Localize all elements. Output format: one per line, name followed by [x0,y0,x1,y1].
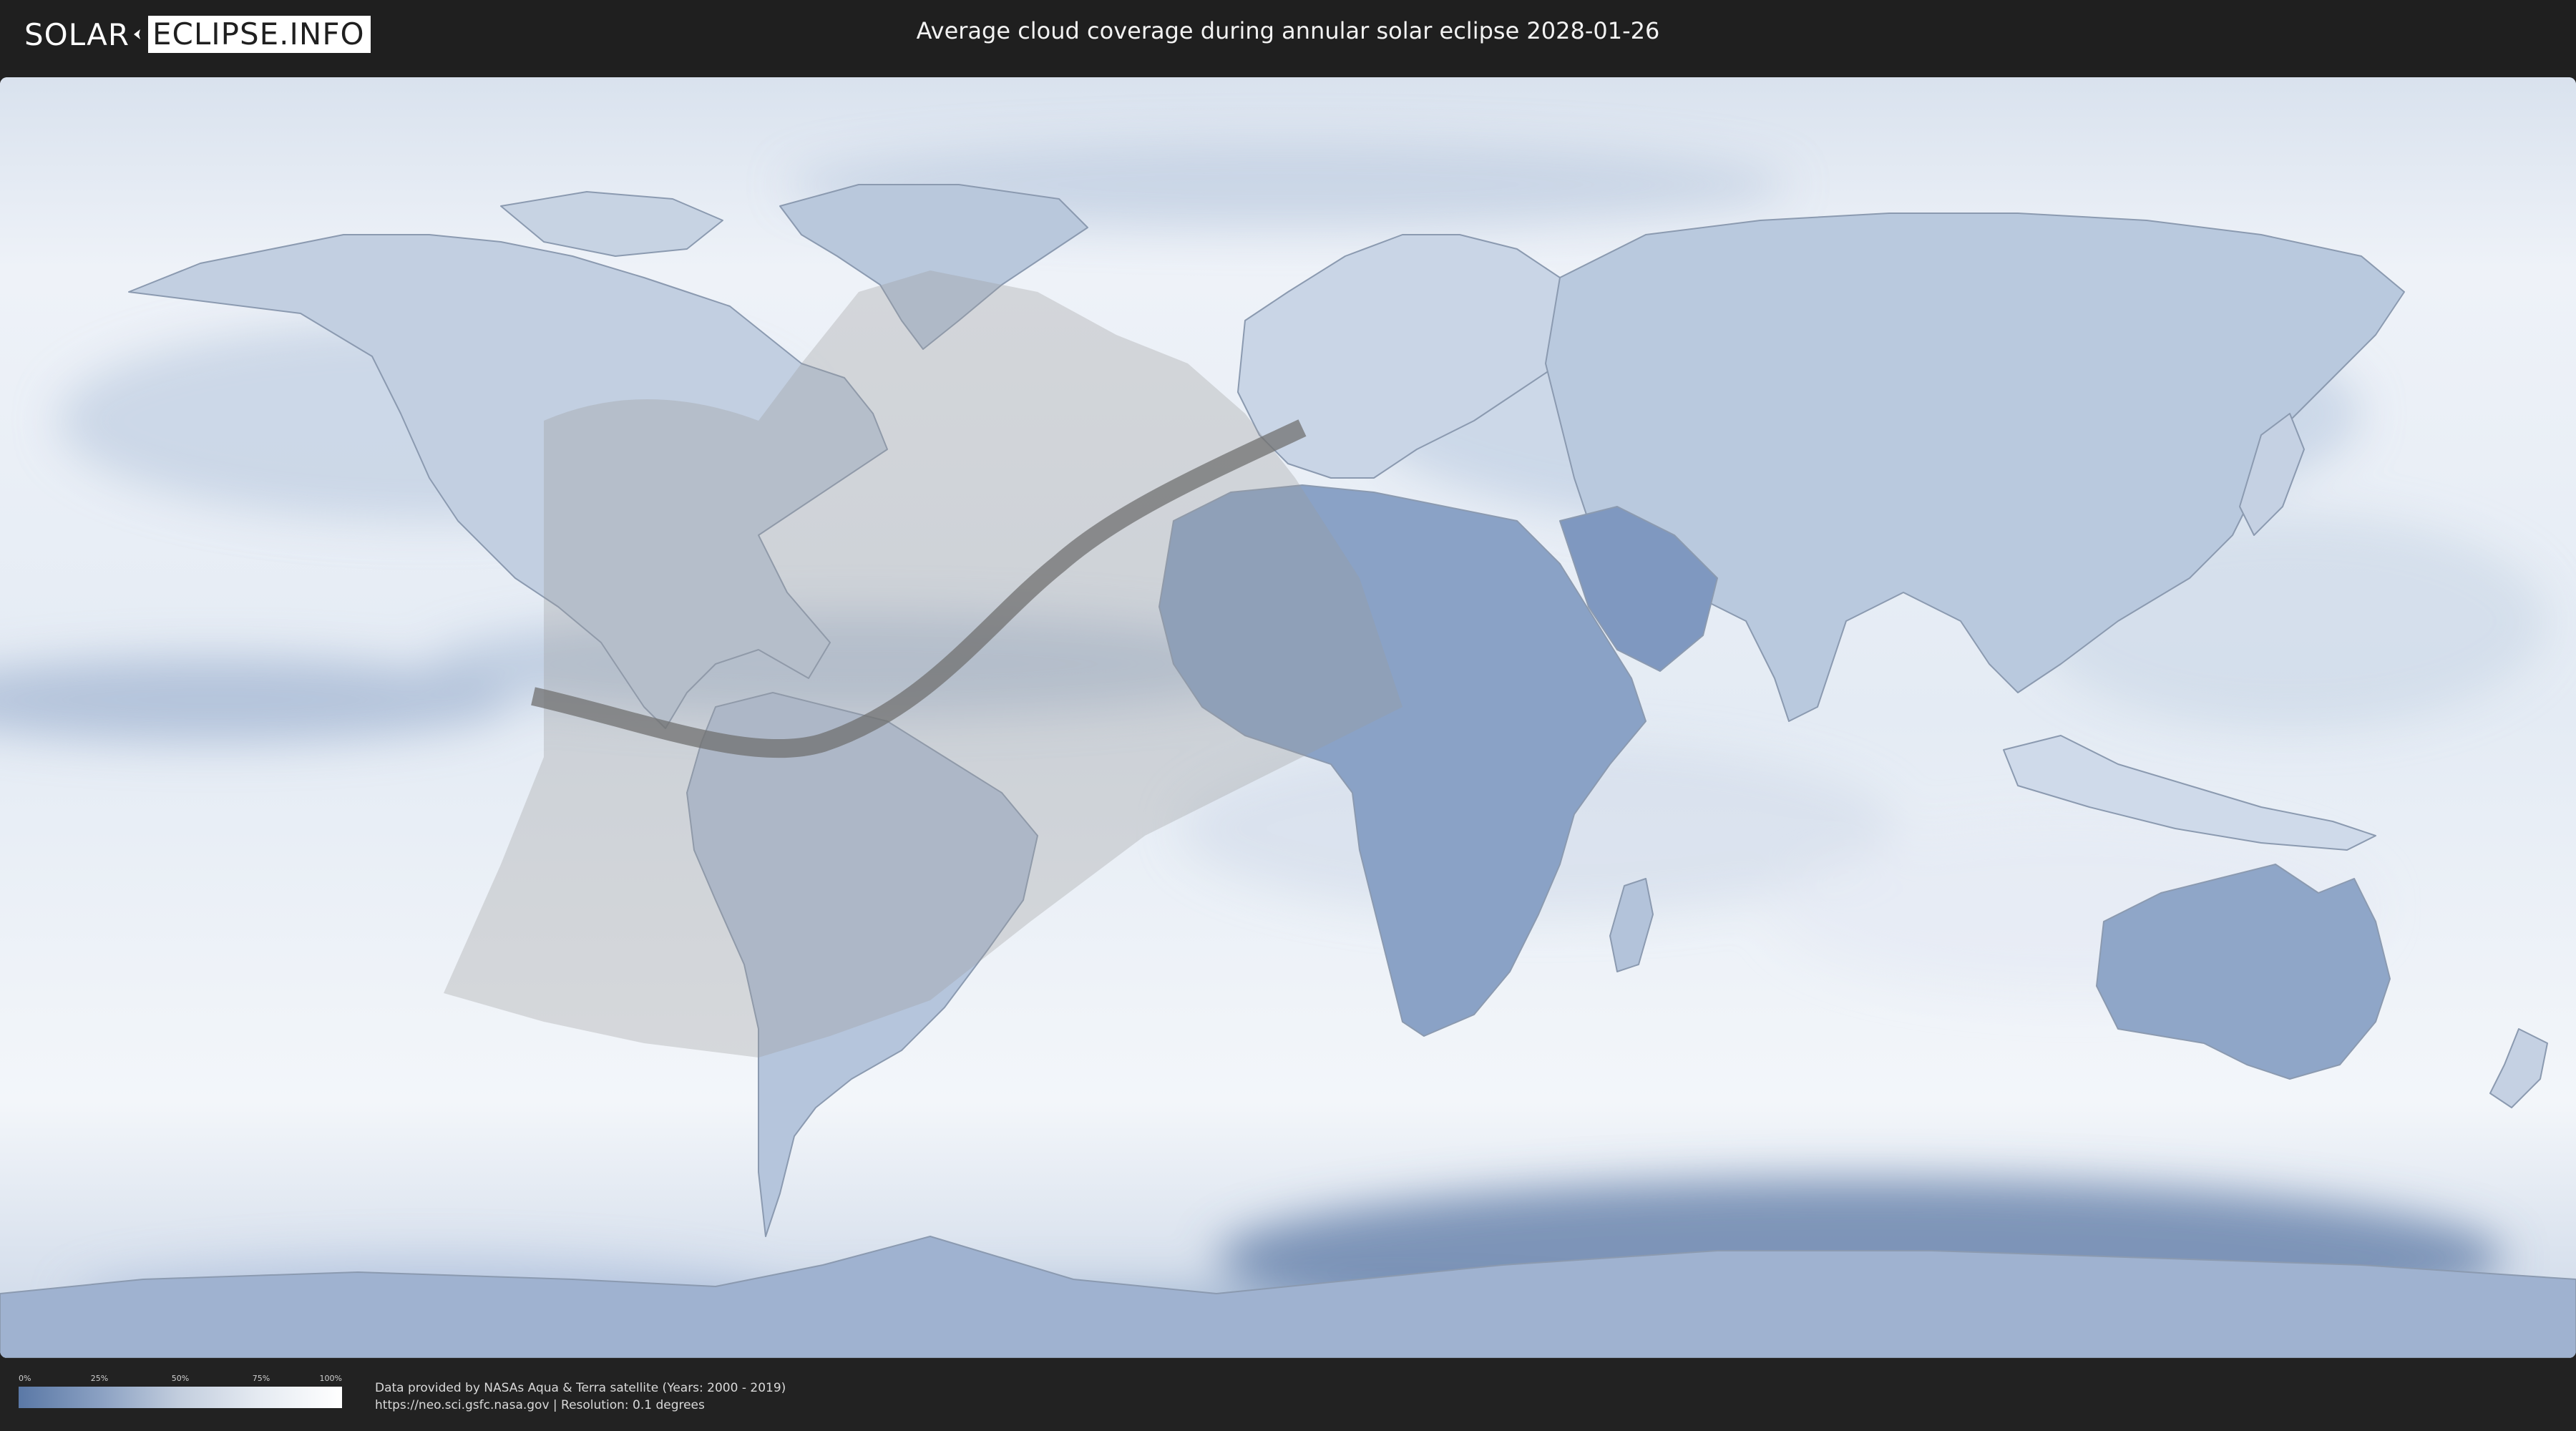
cloud-coverage-map[interactable] [0,77,2576,1358]
legend-tick-75: 75% [252,1374,270,1383]
credits-url[interactable]: https://neo.sci.gsfc.nasa.gov | Resoluti… [375,1397,786,1414]
footer-bar: 0% 25% 50% 75% 100% Data provided by NAS… [0,1358,2576,1431]
legend-ticks: 0% 25% 50% 75% 100% [19,1374,342,1387]
map-svg [0,77,2576,1358]
credits-source: Data provided by NASAs Aqua & Terra sate… [375,1381,786,1395]
page: SOLAR ECLIPSE.INFO Average cloud coverag… [0,0,2576,1431]
legend-tick-25: 25% [90,1374,109,1383]
legend-tick-0: 0% [19,1374,31,1383]
page-title: Average cloud coverage during annular so… [916,17,1660,44]
data-credits: Data provided by NASAs Aqua & Terra sate… [375,1379,786,1414]
legend-gradient-bar [19,1387,342,1408]
header-bar: SOLAR ECLIPSE.INFO Average cloud coverag… [0,0,2576,70]
legend-tick-50: 50% [171,1374,190,1383]
cloud-legend: 0% 25% 50% 75% 100% [19,1374,342,1408]
legend-tick-100: 100% [319,1374,342,1383]
